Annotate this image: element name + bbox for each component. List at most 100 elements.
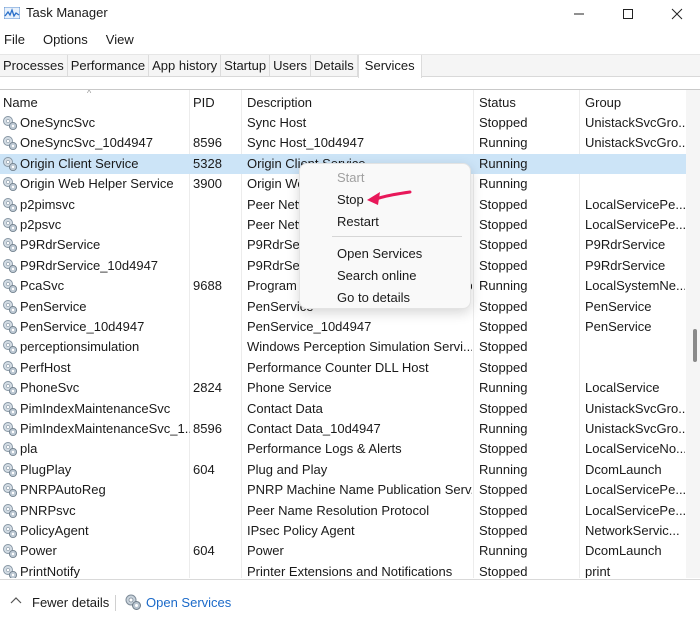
service-name: PimIndexMaintenanceSvc — [20, 400, 171, 416]
annotation-arrow-icon — [367, 190, 412, 205]
service-description: Power — [247, 543, 284, 559]
service-gear-icon — [3, 218, 18, 233]
service-status: Running — [479, 543, 528, 559]
footer-divider — [115, 595, 116, 611]
tab-startup[interactable]: Startup — [221, 55, 271, 76]
service-gear-icon — [3, 544, 18, 559]
table-row[interactable]: PNRPsvc Peer Name Resolution Protocol Stop… — [0, 501, 686, 521]
service-pid: 2824 — [193, 380, 222, 396]
service-group: LocalServicePe... — [585, 482, 685, 498]
column-header-description[interactable]: Description — [247, 95, 312, 110]
context-menu-stop[interactable]: Stop — [337, 192, 364, 207]
service-gear-icon — [3, 442, 18, 457]
tab-app-history[interactable]: App history — [149, 55, 222, 76]
table-row[interactable]: OneSyncSvc Sync Host Stopped UnistackSvcGro… — [0, 113, 686, 133]
table-row[interactable]: perceptionsimulation Windows Perception S… — [0, 337, 686, 357]
service-group: UnistackSvcGro... — [585, 400, 685, 416]
service-group: DcomLaunch — [585, 461, 662, 477]
service-gear-icon — [3, 177, 18, 192]
column-header-status[interactable]: Status — [479, 95, 516, 110]
service-description: Phone Service — [247, 380, 332, 396]
menu-file[interactable]: File — [0, 29, 30, 51]
service-name: PcaSvc — [20, 278, 65, 294]
chevron-up-icon[interactable] — [9, 594, 23, 608]
tab-users[interactable]: Users — [270, 55, 312, 76]
service-gear-icon — [3, 299, 18, 314]
table-row[interactable]: OneSyncSvc_10d4947 8596 Sync Host_10d4947 R… — [0, 133, 686, 153]
vertical-scrollbar[interactable] — [686, 90, 700, 578]
footer: Fewer details Open Services — [0, 579, 700, 623]
service-gear-icon — [3, 401, 18, 416]
table-row[interactable]: PolicyAgent IPsec Policy Agent Stopped Netw… — [0, 521, 686, 541]
service-status: Running — [479, 380, 528, 396]
service-status: Running — [479, 461, 528, 477]
column-header-group[interactable]: Group — [585, 95, 621, 110]
table-row[interactable]: PrintNotify Printer Extensions and Notifi… — [0, 562, 686, 578]
fewer-details-button[interactable]: Fewer details — [32, 595, 109, 610]
column-header-pid[interactable]: PID — [193, 95, 215, 110]
service-name: Origin Web Helper Service — [20, 176, 174, 192]
table-row[interactable]: pla Performance Logs & Alerts Stopped Local… — [0, 439, 686, 459]
service-description: PenService_10d4947 — [247, 319, 372, 334]
context-menu-open-services[interactable]: Open Services — [337, 246, 422, 261]
service-description: Peer Name Resolution Protocol — [247, 502, 430, 518]
service-status: Stopped — [479, 339, 528, 355]
minimize-button[interactable] — [556, 0, 602, 28]
context-menu-go-to-details[interactable]: Go to details — [337, 290, 410, 305]
table-row[interactable]: PimIndexMaintenanceSvc Contact Data Stoppe… — [0, 399, 686, 419]
service-group: P9RdrService — [585, 257, 666, 273]
service-group: LocalService — [585, 380, 660, 396]
service-status: Stopped — [479, 563, 528, 578]
service-pid: 5328 — [193, 155, 222, 171]
service-status: Running — [479, 176, 528, 192]
scrollbar-thumb[interactable] — [693, 329, 697, 362]
service-gear-icon — [3, 340, 18, 355]
service-description: Performance Counter DLL Host — [247, 359, 429, 375]
service-name: PlugPlay — [20, 461, 72, 477]
service-status: Stopped — [479, 319, 528, 334]
context-menu: Start Stop Restart Open Services Search … — [299, 163, 471, 309]
service-pid: 604 — [193, 543, 215, 559]
open-services-link[interactable]: Open Services — [146, 595, 231, 610]
service-description: PNRP Machine Name Publication Serv... — [247, 482, 472, 498]
service-pid: 9688 — [193, 278, 222, 294]
tab-performance[interactable]: Performance — [68, 55, 150, 76]
service-description: Sync Host — [247, 115, 307, 130]
services-gear-icon — [125, 594, 141, 610]
table-row[interactable]: PerfHost Performance Counter DLL Host Stop… — [0, 358, 686, 378]
tab-services[interactable]: Services — [357, 55, 422, 78]
table-row[interactable]: Power 604 Power Running DcomLaunch — [0, 541, 686, 561]
table-row[interactable]: PhoneSvc 2824 Phone Service Running LocalSer… — [0, 378, 686, 398]
tab-details[interactable]: Details — [311, 55, 358, 76]
service-description: Contact Data_10d4947 — [247, 421, 381, 436]
service-group: LocalServicePe... — [585, 502, 685, 518]
table-row[interactable]: PlugPlay 604 Plug and Play Running DcomLaunc… — [0, 460, 686, 480]
table-row[interactable]: PenService_10d4947 PenService_10d4947 Stop… — [0, 317, 686, 337]
service-pid: 604 — [193, 461, 215, 477]
service-name: PNRPsvc — [20, 502, 76, 518]
maximize-button[interactable] — [605, 0, 651, 28]
table-row[interactable]: PimIndexMaintenanceSvc_1... 8596 Contact D… — [0, 419, 686, 439]
context-menu-search-online[interactable]: Search online — [337, 268, 417, 283]
service-description: Windows Perception Simulation Servi... — [247, 339, 472, 355]
close-button[interactable] — [654, 0, 700, 28]
menu-bar: File Options View — [0, 29, 147, 51]
service-group: P9RdrService — [585, 237, 666, 253]
service-group: LocalServiceNo... — [585, 441, 685, 457]
context-menu-start[interactable]: Start — [337, 170, 364, 185]
column-header-name[interactable]: Name — [3, 95, 38, 110]
service-gear-icon — [3, 360, 18, 375]
service-pid: 3900 — [193, 176, 222, 192]
table-header: Name PID Description Status Group — [0, 90, 686, 113]
service-name: perceptionsimulation — [20, 339, 140, 355]
menu-view[interactable]: View — [101, 29, 139, 51]
service-gear-icon — [3, 156, 18, 171]
context-menu-restart[interactable]: Restart — [337, 214, 379, 229]
tab-processes[interactable]: Processes — [0, 55, 68, 76]
service-gear-icon — [3, 258, 18, 273]
table-row[interactable]: PNRPAutoReg PNRP Machine Name Publication… — [0, 480, 686, 500]
service-pid: 8596 — [193, 421, 222, 436]
menu-options[interactable]: Options — [38, 29, 93, 51]
service-name: PolicyAgent — [20, 523, 89, 538]
service-group: UnistackSvcGro... — [585, 421, 685, 436]
